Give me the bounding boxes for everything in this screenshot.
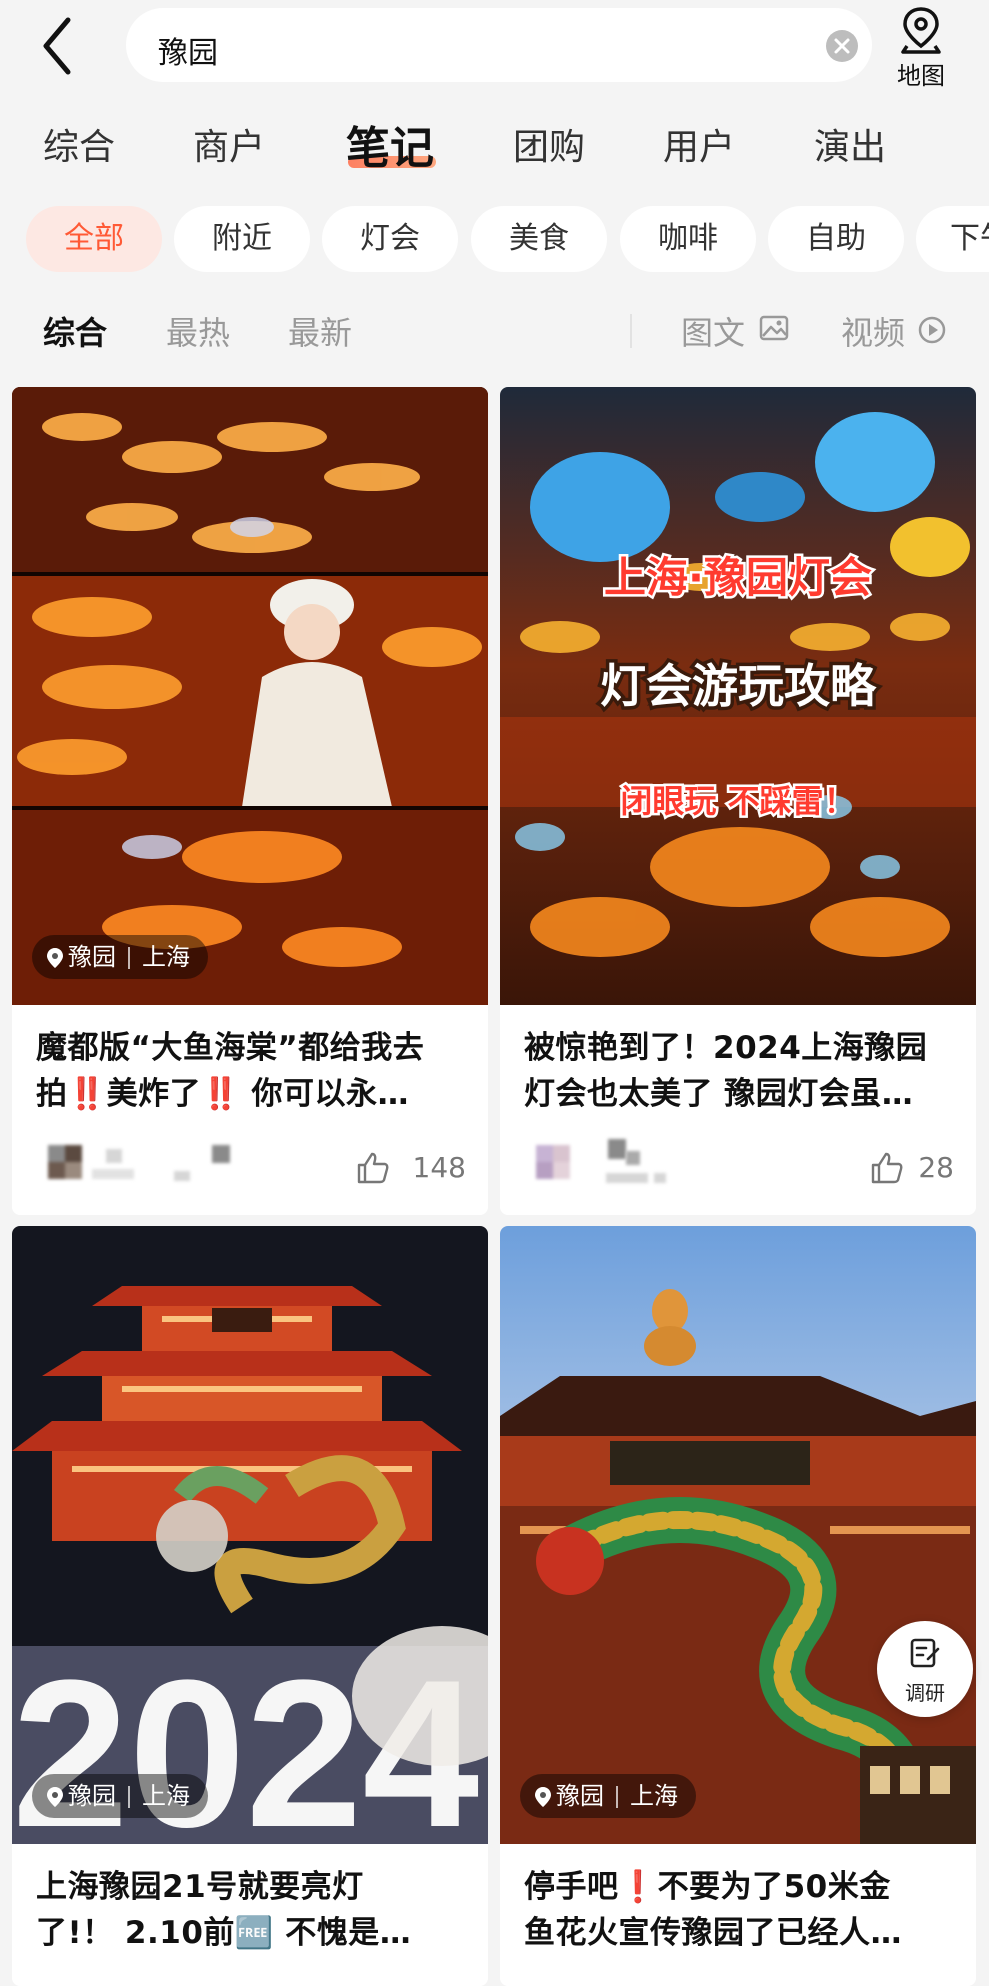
- avatar[interactable]: [48, 1145, 82, 1179]
- author-name[interactable]: [106, 1149, 122, 1163]
- divider: [630, 314, 632, 348]
- note-title-line: 停手吧❗️不要为了50米金: [524, 1869, 891, 1905]
- tab-users[interactable]: 用户: [663, 118, 735, 170]
- like-button[interactable]: 148: [356, 1149, 466, 1189]
- map-label: 地图: [897, 62, 945, 90]
- map-pin-icon: [47, 948, 63, 968]
- author-name-blur: [626, 1151, 640, 1165]
- tab-overview[interactable]: 综合: [43, 118, 115, 170]
- location-tag[interactable]: 豫园 上海: [32, 935, 208, 979]
- map-pin-icon: [535, 1787, 551, 1807]
- location-separator: [128, 947, 130, 969]
- author-name[interactable]: [608, 1139, 626, 1159]
- map-pin-icon: [47, 1787, 63, 1807]
- author-row[interactable]: 148: [36, 1139, 466, 1209]
- note-title-line: 拍‼️美炸了‼️ 你可以永…: [36, 1076, 409, 1112]
- location-tag[interactable]: 豫园 上海: [520, 1774, 696, 1818]
- author-name-blur: [92, 1169, 134, 1179]
- like-button[interactable]: 28: [870, 1149, 954, 1189]
- filter-image-text[interactable]: 图文: [681, 300, 791, 360]
- avatar[interactable]: [536, 1145, 570, 1179]
- location-separator: [616, 1786, 618, 1808]
- search-query: 豫园: [158, 36, 218, 71]
- note-title[interactable]: 停手吧❗️不要为了50米金 鱼花火宣传豫园了已经人…: [524, 1864, 954, 1956]
- image-icon: [759, 315, 789, 341]
- note-card[interactable]: 2024 豫园 上海 上海豫园21号就要亮灯 了!！ 2.10前🆓 不愧是…: [12, 1226, 488, 1986]
- note-title-line: 灯会也太美了 豫园灯会虽…: [524, 1076, 914, 1112]
- note-title-line: 了!！ 2.10前🆓 不愧是…: [36, 1915, 412, 1951]
- chip-nearby[interactable]: 附近: [174, 206, 310, 272]
- location-city: 上海: [142, 943, 190, 971]
- back-button[interactable]: [40, 14, 100, 78]
- clear-search-button[interactable]: [826, 30, 858, 62]
- filter-video[interactable]: 视频: [841, 300, 951, 360]
- like-count: 148: [412, 1151, 466, 1184]
- note-card[interactable]: 豫园 上海 停手吧❗️不要为了50米金 鱼花火宣传豫园了已经人…: [500, 1226, 976, 1986]
- note-card[interactable]: 上海·豫园灯会 灯会游玩攻略 闭眼玩 不踩雷！ 被惊艳到了！2024上海豫园 灯…: [500, 387, 976, 1215]
- map-button[interactable]: 地图: [884, 4, 958, 90]
- author-name-blur: [654, 1173, 666, 1183]
- chip-food[interactable]: 美食: [471, 206, 607, 272]
- search-input[interactable]: 豫园: [126, 8, 872, 82]
- note-title[interactable]: 被惊艳到了！2024上海豫园 灯会也太美了 豫园灯会虽…: [524, 1025, 954, 1117]
- author-name-blur: [174, 1171, 190, 1181]
- filter-chips: 全部 附近 灯会 美食 咖啡 自助 下午茶: [0, 206, 989, 274]
- note-title-line: 鱼花火宣传豫园了已经人…: [524, 1915, 902, 1951]
- top-bar: 豫园 地图: [0, 0, 989, 95]
- note-cover-image[interactable]: 豫园 上海: [12, 387, 488, 1005]
- chip-coffee[interactable]: 咖啡: [620, 206, 756, 272]
- survey-float-button[interactable]: 调研: [877, 1621, 973, 1717]
- note-title[interactable]: 魔都版“大鱼海棠”都给我去 拍‼️美炸了‼️ 你可以永…: [36, 1025, 466, 1117]
- sort-hottest[interactable]: 最热: [166, 308, 230, 354]
- location-city: 上海: [142, 1782, 190, 1810]
- author-row[interactable]: 28: [524, 1139, 954, 1209]
- image-text-label: 图文: [681, 314, 746, 352]
- tab-group-buy[interactable]: 团购: [513, 118, 585, 170]
- sort-newest[interactable]: 最新: [288, 308, 352, 354]
- sort-overall[interactable]: 综合: [43, 308, 107, 354]
- chip-all[interactable]: 全部: [26, 206, 162, 272]
- edit-note-icon: [910, 1638, 940, 1668]
- main-tabs: 综合 商户 笔记 团购 用户 演出: [0, 108, 989, 178]
- location-place: 豫园: [68, 943, 116, 971]
- note-title[interactable]: 上海豫园21号就要亮灯 了!！ 2.10前🆓 不愧是…: [36, 1864, 466, 1956]
- chevron-left-icon: [43, 17, 71, 75]
- sort-row: 综合 最热 最新 图文 视频: [0, 300, 989, 360]
- video-label: 视频: [841, 314, 906, 352]
- author-name-blur: [212, 1145, 230, 1163]
- poster-tagline: 闭眼玩 不踩雷！: [620, 782, 855, 820]
- map-pin-icon: [901, 7, 941, 54]
- thumbs-up-icon: [871, 1152, 903, 1184]
- chip-afternoon-tea[interactable]: 下午茶: [916, 206, 989, 272]
- play-circle-icon: [918, 316, 946, 344]
- poster-subtitle: 灯会游玩攻略: [600, 659, 877, 713]
- location-separator: [128, 1786, 130, 1808]
- note-title-line: 上海豫园21号就要亮灯: [36, 1869, 364, 1905]
- survey-label: 调研: [905, 1681, 945, 1705]
- location-place: 豫园: [68, 1782, 116, 1810]
- chip-buffet[interactable]: 自助: [768, 206, 904, 272]
- thumbs-up-icon: [357, 1152, 389, 1184]
- location-place: 豫园: [556, 1782, 604, 1810]
- note-cover-image[interactable]: 2024 豫园 上海: [12, 1226, 488, 1844]
- like-count: 28: [918, 1151, 954, 1184]
- note-card[interactable]: 豫园 上海 魔都版“大鱼海棠”都给我去 拍‼️美炸了‼️ 你可以永… 148: [12, 387, 488, 1215]
- location-tag[interactable]: 豫园 上海: [32, 1774, 208, 1818]
- note-cover-image[interactable]: 上海·豫园灯会 灯会游玩攻略 闭眼玩 不踩雷！: [500, 387, 976, 1005]
- chip-lantern-show[interactable]: 灯会: [322, 206, 458, 272]
- note-title-line: 魔都版“大鱼海棠”都给我去: [36, 1030, 425, 1066]
- note-title-line: 被惊艳到了！2024上海豫园: [524, 1030, 928, 1066]
- location-city: 上海: [630, 1782, 678, 1810]
- poster-title: 上海·豫园灯会: [604, 553, 872, 602]
- close-icon: [834, 38, 850, 54]
- tab-merchants[interactable]: 商户: [193, 118, 265, 170]
- author-name-blur: [606, 1173, 648, 1183]
- note-cover-image[interactable]: 豫园 上海: [500, 1226, 976, 1844]
- tab-notes[interactable]: 笔记: [346, 112, 434, 176]
- tab-shows[interactable]: 演出: [814, 118, 886, 170]
